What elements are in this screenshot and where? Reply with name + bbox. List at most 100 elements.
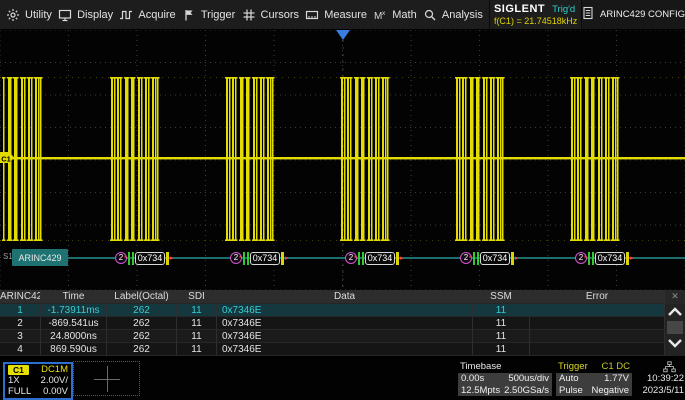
timebase-descriptor[interactable]: Timebase 0.00s 500us/div 12.5Mpts 2.50GS… <box>458 361 552 396</box>
menu-display-label: Display <box>77 9 113 21</box>
truncate-arrow-icon: ▸ <box>515 252 519 265</box>
timebase-delay: 0.00s <box>461 373 484 385</box>
cell-sdi: 11 <box>177 343 217 356</box>
truncate-arrow-icon: ▸ <box>630 252 634 265</box>
cell-index: 4 <box>0 343 41 356</box>
clock-time: 10:39:22 <box>647 373 684 384</box>
table-row[interactable]: 3 24.8000ns 262 11 0x7346E 11 <box>0 330 665 343</box>
oscilloscope-screen: Utility Display Acquire Trigger Cursors … <box>0 0 685 400</box>
decode-frame: 2▸ 0x734 ▸ <box>345 251 404 266</box>
cell-time: 24.8000ns <box>41 330 107 343</box>
menu-math[interactable]: Mx Math <box>373 8 416 22</box>
table-row[interactable]: 2 -869.541us 262 11 0x7346E 11 <box>0 317 665 330</box>
menu-cursors[interactable]: Cursors <box>242 8 300 22</box>
cell-ssm: 11 <box>473 304 530 317</box>
menu-analysis[interactable]: Analysis <box>423 8 483 22</box>
plus-icon <box>107 366 108 392</box>
add-channel-button[interactable] <box>73 361 140 396</box>
timebase-scale: 500us/div <box>508 373 549 385</box>
cell-data: 0x7346E <box>217 343 473 356</box>
sdi-marker <box>473 252 479 265</box>
cell-index: 2 <box>0 317 41 330</box>
sdi-marker <box>128 252 134 265</box>
decode-bus-label[interactable]: ARINC429 <box>12 249 68 266</box>
cell-error <box>530 330 665 343</box>
scrollbar-thumb[interactable] <box>667 321 683 334</box>
label-bubble: 2▸ <box>575 252 587 264</box>
channel1-probe: 1X <box>8 375 20 386</box>
trigger-status: Trig'd <box>552 4 575 15</box>
bottom-status-bar: C1 DC1M 1X 2.00V/ FULL 0.00V Timebase 0.… <box>0 360 685 400</box>
menu-analysis-label: Analysis <box>442 9 483 21</box>
close-table-button[interactable]: ✕ <box>665 290 685 304</box>
arinc429-config-button[interactable]: ARINC429 CONFIG <box>581 0 685 29</box>
cell-time: 869.590us <box>41 343 107 356</box>
decode-frame: 2▸ 0x734 ▸ <box>460 251 519 266</box>
menu-acquire[interactable]: Acquire <box>119 8 175 22</box>
cell-sdi: 11 <box>177 317 217 330</box>
magnifier-icon <box>423 8 437 22</box>
table-row[interactable]: 4 869.590us 262 11 0x7346E 11 <box>0 343 665 356</box>
trigger-type: Pulse <box>559 385 583 397</box>
list-icon <box>582 6 594 23</box>
top-menu-bar: Utility Display Acquire Trigger Cursors … <box>0 0 685 30</box>
trigger-position-marker[interactable] <box>336 30 350 40</box>
main-menu: Utility Display Acquire Trigger Cursors … <box>0 0 489 29</box>
cell-error <box>530 317 665 330</box>
truncation-bar <box>166 252 169 265</box>
channel1-vdiv: 2.00V/ <box>41 375 68 386</box>
menu-cursors-label: Cursors <box>261 9 300 21</box>
label-bubble: 2▸ <box>115 252 127 264</box>
label-bubble: 2▸ <box>460 252 472 264</box>
menu-trigger[interactable]: Trigger <box>182 8 235 22</box>
cell-sdi: 11 <box>177 330 217 343</box>
cell-time: -869.541us <box>41 317 107 330</box>
datetime-panel[interactable]: 10:39:22 2023/5/11 <box>634 361 685 397</box>
menu-math-label: Math <box>392 9 416 21</box>
menu-utility[interactable]: Utility <box>6 8 52 22</box>
menu-utility-label: Utility <box>25 9 52 21</box>
trigger-mode: Auto <box>559 373 579 385</box>
truncation-bar <box>511 252 514 265</box>
cell-ssm: 11 <box>473 343 530 356</box>
truncate-arrow-icon: ▸ <box>354 255 357 260</box>
cell-label: 262 <box>107 343 177 356</box>
channel1-coupling: DC1M <box>41 364 68 375</box>
cell-ssm: 11 <box>473 330 530 343</box>
truncate-arrow-icon: ▸ <box>285 252 289 265</box>
data-bubble: 0x734 <box>595 252 625 265</box>
channel1-bandwidth: FULL <box>8 386 31 397</box>
brand-status-block: SIGLENT Trig'd f(C1) = 21.74518kHz <box>489 0 581 29</box>
monitor-icon <box>58 8 72 22</box>
cell-time: -1.73911ms <box>41 304 107 317</box>
decode-frame: 2▸ 0x734 ▸ <box>230 251 289 266</box>
col-header-error: Error <box>530 290 665 304</box>
trigger-descriptor[interactable]: Trigger C1 DC Auto 1.77V Pulse Negative <box>556 361 632 396</box>
sdi-marker <box>243 252 249 265</box>
table-row[interactable]: 1 -1.73911ms 262 11 0x7346E 11 <box>0 304 665 317</box>
trigger-slope: Negative <box>592 385 630 397</box>
ch1-waveform <box>0 77 685 241</box>
menu-acquire-label: Acquire <box>138 9 175 21</box>
menu-measure[interactable]: Measure <box>305 8 367 22</box>
truncation-bar <box>396 252 399 265</box>
channel1-offset: 0.00V <box>43 386 68 397</box>
cell-index: 3 <box>0 330 41 343</box>
col-header-label-octal: Label(Octal) <box>107 290 177 304</box>
cell-error <box>530 304 665 317</box>
flag-icon <box>182 8 196 22</box>
cell-error <box>530 343 665 356</box>
channel1-tag: C1 <box>8 365 29 375</box>
ch1-level-marker-label: C1 <box>1 155 11 164</box>
truncate-arrow-icon: ▸ <box>124 255 127 260</box>
gear-icon <box>6 8 20 22</box>
clock-date: 2023/5/11 <box>642 385 684 396</box>
channel1-descriptor[interactable]: C1 DC1M 1X 2.00V/ FULL 0.00V <box>3 362 73 400</box>
scroll-up-button[interactable] <box>665 304 685 320</box>
scroll-down-button[interactable] <box>665 335 685 351</box>
timebase-title: Timebase <box>460 361 501 373</box>
cell-data: 0x7346E <box>217 317 473 330</box>
menu-measure-label: Measure <box>324 9 367 21</box>
measure-icon <box>305 8 319 22</box>
menu-display[interactable]: Display <box>58 8 113 22</box>
